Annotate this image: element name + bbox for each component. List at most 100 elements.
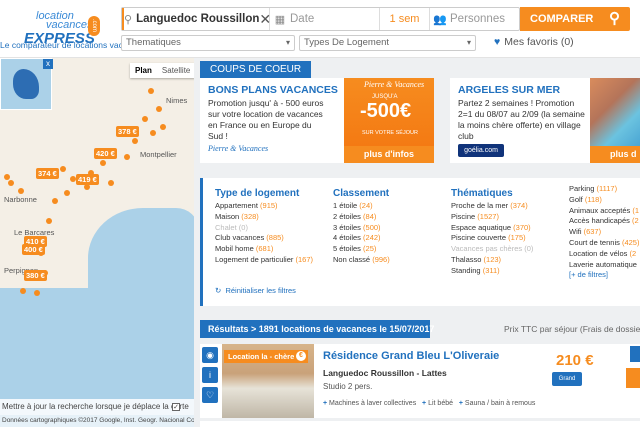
persons-icon: 👥 [433, 13, 447, 26]
filter-option[interactable]: Proche de la mer (374) [451, 201, 533, 212]
map-marker[interactable] [18, 188, 24, 194]
map-update-checkbox[interactable]: ✓ [172, 403, 180, 411]
promo-image[interactable]: Pierre & Vacances JUSQU'A -500€ SUR VOTR… [344, 78, 434, 146]
filter-option[interactable]: 5 étoiles (25) [333, 244, 390, 255]
result-amenities: + Machines à laver collectives + Lit béb… [323, 400, 536, 407]
filter-option[interactable]: Piscine (1527) [451, 212, 533, 223]
more-filters-link[interactable]: [+ de filtres] [569, 270, 639, 281]
filter-option[interactable]: Standing (311) [451, 266, 533, 277]
thematiques-select[interactable]: Thematiques ▾ [121, 35, 295, 51]
map-marker[interactable] [34, 290, 40, 296]
map-type-satellite[interactable]: Satellite [157, 63, 194, 78]
filter-option[interactable]: Location de vélos (2 [569, 249, 639, 260]
map-price-pin[interactable]: 378 € [116, 126, 139, 137]
map-type-switch[interactable]: Plan Satellite [130, 63, 194, 78]
map-marker[interactable] [132, 138, 138, 144]
map-marker[interactable] [108, 180, 114, 186]
promo-image-brand: Pierre & Vacances [364, 80, 425, 89]
camera-icon[interactable]: ◉ [202, 347, 218, 363]
filter-option[interactable]: Espace aquatique (370) [451, 223, 533, 234]
map-marker[interactable] [124, 154, 130, 160]
filter-option[interactable]: Logement de particulier (167) [215, 255, 313, 266]
filter-services: Parking (1117) Golf (118) Animaux accept… [569, 184, 639, 281]
duration-select[interactable]: 1 sem [380, 8, 430, 30]
map-type-plan[interactable]: Plan [130, 63, 157, 78]
filter-option[interactable]: Club vacances (885) [215, 233, 313, 244]
promo-info-button[interactable]: plus d [590, 146, 640, 163]
map-marker[interactable] [150, 130, 156, 136]
filter-option[interactable]: Accès handicapés (2 [569, 216, 639, 227]
result-card[interactable]: ◉ i ♡ Location la - chère € Résidence Gr… [200, 344, 640, 418]
compare-button[interactable]: COMPARER ⚲ [520, 7, 630, 31]
map-marker[interactable] [148, 88, 154, 94]
promo-title: ARGELES SUR MER [458, 84, 561, 96]
map-marker[interactable] [156, 106, 162, 112]
filter-option[interactable]: Laverie automatique [569, 260, 639, 271]
result-location: Languedoc Roussillon - Lattes [323, 368, 447, 378]
promo-card-1[interactable]: BONS PLANS VACANCES Promotion jusqu' à -… [200, 78, 434, 163]
map-marker[interactable] [100, 160, 106, 166]
persons-field[interactable]: 👥 Personnes [430, 8, 519, 30]
map-price-pin[interactable]: 420 € [94, 148, 117, 159]
map-marker[interactable] [8, 180, 14, 186]
promo-card-2[interactable]: ARGELES SUR MER Partez 2 semaines ! Prom… [450, 78, 640, 163]
filter-option[interactable]: Piscine couverte (175) [451, 233, 533, 244]
types-select[interactable]: Types De Logement ▾ [299, 35, 476, 51]
destination-field[interactable]: ⚲ Languedoc Roussillon ✕ [122, 8, 271, 30]
map-price-pin[interactable]: 380 € [24, 270, 47, 281]
favorites-link[interactable]: ♥ Mes favoris (0) [494, 36, 574, 48]
map-marker[interactable] [142, 116, 148, 122]
filter-option[interactable]: Animaux acceptés (1 [569, 206, 639, 217]
search-icon: ⚲ [609, 10, 620, 27]
map-price-pin[interactable]: 400 € [22, 244, 45, 255]
promo-title: BONS PLANS VACANCES [208, 84, 338, 96]
map-marker[interactable] [46, 218, 52, 224]
close-icon[interactable]: x [43, 59, 53, 69]
promo-image[interactable] [590, 78, 640, 146]
filter-option[interactable]: Parking (1117) [569, 184, 639, 195]
filter-option[interactable]: 2 étoiles (84) [333, 212, 390, 223]
card-actions [626, 344, 640, 418]
map-inset[interactable]: x [0, 58, 53, 110]
info-icon[interactable]: i [202, 367, 218, 383]
filter-option[interactable]: 1 étoile (24) [333, 201, 390, 212]
partner-logo: Grand Bleu [552, 372, 582, 396]
filter-option[interactable]: Appartement (915) [215, 201, 313, 212]
view-offer-button[interactable] [626, 368, 640, 388]
filter-option[interactable]: 3 étoiles (500) [333, 223, 390, 234]
heart-icon[interactable]: ♡ [202, 387, 218, 403]
filter-option[interactable]: 4 étoiles (242) [333, 233, 390, 244]
map-price-pin[interactable]: 419 € [76, 174, 99, 185]
filter-option[interactable]: Thalasso (123) [451, 255, 533, 266]
map-inset-land [13, 69, 39, 99]
filter-option[interactable]: Mobil home (681) [215, 244, 313, 255]
filter-option[interactable]: Maison (328) [215, 212, 313, 223]
filter-option[interactable]: Golf (118) [569, 195, 639, 206]
destination-value: Languedoc Roussillon [136, 13, 260, 25]
location-pin-icon: ⚲ [124, 13, 133, 26]
date-field[interactable]: ▦ Date [270, 8, 380, 30]
euro-icon: € [296, 351, 306, 361]
date-placeholder: Date [290, 13, 315, 25]
filter-option[interactable]: Non classé (996) [333, 255, 390, 266]
result-title[interactable]: Résidence Grand Bleu L'Oliveraie [323, 350, 499, 362]
plus-icon: + [458, 400, 463, 407]
filter-title: Classement [333, 188, 390, 199]
reset-filters-link[interactable]: ↻ Réinitialiser les filtres [215, 286, 296, 295]
filter-option[interactable]: Court de tennis (425) [569, 238, 639, 249]
result-card[interactable] [200, 421, 640, 427]
results-map[interactable]: x Plan Satellite Nimes Montpellier Narbo… [0, 58, 194, 427]
thematiques-label: Thematiques [126, 37, 181, 48]
map-marker[interactable] [160, 124, 166, 130]
map-price-pin[interactable]: 374 € [36, 168, 59, 179]
filter-classement: Classement 1 étoile (24) 2 étoiles (84) … [333, 188, 390, 266]
map-marker[interactable] [64, 190, 70, 196]
select-button[interactable] [630, 346, 640, 362]
map-update-toggle[interactable]: Mettre à jour la recherche lorsque je dé… [0, 399, 194, 415]
map-marker[interactable] [20, 288, 26, 294]
map-marker[interactable] [60, 166, 66, 172]
map-marker[interactable] [52, 198, 58, 204]
map-marker[interactable] [4, 174, 10, 180]
filter-option[interactable]: Wifi (637) [569, 227, 639, 238]
promo-info-button[interactable]: plus d'infos [344, 146, 434, 163]
